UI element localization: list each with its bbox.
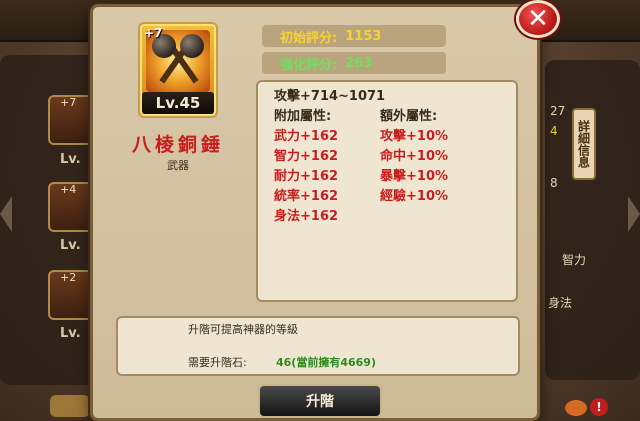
background-stat-value: 4 bbox=[550, 124, 558, 138]
next-arrow-icon bbox=[628, 196, 640, 232]
item-icon-frame: +7 Lv.45 bbox=[138, 22, 218, 118]
extra-attribute: 智力+162 bbox=[274, 149, 339, 164]
background-slot-plus: +2 bbox=[60, 271, 77, 284]
background-stat-value: 27 bbox=[550, 104, 566, 118]
bonus-attributes-heading: 額外屬性: bbox=[380, 109, 438, 124]
item-plus-level: +7 bbox=[144, 26, 163, 40]
attributes-panel: 攻擊+714~1071 附加屬性: 額外屬性: 武力+162 智力+162 耐力… bbox=[256, 80, 518, 302]
background-slot-level: Lv. bbox=[60, 238, 81, 253]
previous-arrow-icon bbox=[0, 196, 12, 232]
bonus-attribute: 暴擊+10% bbox=[380, 169, 449, 184]
background-stat-label: 智力 bbox=[562, 253, 587, 267]
requirement-label: 需要升階石: bbox=[188, 356, 247, 369]
enhance-score-label: 強化評分: bbox=[280, 57, 338, 73]
item-type: 武器 bbox=[167, 159, 189, 172]
requirement-value: 46(當前擁有4669) bbox=[276, 356, 376, 369]
upgrade-description: 升階可提高神器的等級 bbox=[188, 323, 298, 336]
bonus-attribute: 經驗+10% bbox=[380, 189, 449, 204]
extra-attribute: 身法+162 bbox=[274, 209, 339, 224]
bonus-attribute: 攻擊+10% bbox=[380, 129, 449, 144]
background-slot-plus: +4 bbox=[60, 183, 77, 196]
background-stat-label: 身法 bbox=[548, 296, 573, 310]
base-score-value: 1153 bbox=[345, 28, 382, 44]
background-slot-plus: +7 bbox=[60, 96, 77, 109]
background-bottom-icon bbox=[50, 395, 90, 417]
upgrade-button[interactable]: 升階 bbox=[258, 384, 382, 418]
background-slot-level: Lv. bbox=[60, 326, 81, 341]
notification-badge: ! bbox=[590, 398, 608, 416]
enhance-score-value: 263 bbox=[345, 55, 373, 71]
mace-head bbox=[180, 34, 204, 58]
background-gem-icon bbox=[565, 400, 587, 416]
detail-info-button: 詳細信息 bbox=[572, 108, 596, 180]
background-stat-value: 8 bbox=[550, 176, 558, 190]
extra-attributes-heading: 附加屬性: bbox=[274, 109, 332, 124]
upgrade-info-panel: 升階可提高神器的等級 需要升階石: 46(當前擁有4669) bbox=[116, 316, 520, 376]
background-slot-level: Lv. bbox=[60, 152, 81, 167]
extra-attribute: 武力+162 bbox=[274, 129, 339, 144]
bonus-attribute: 命中+10% bbox=[380, 149, 449, 164]
extra-attribute: 統率+162 bbox=[274, 189, 339, 204]
close-button[interactable]: ✕ bbox=[516, 0, 560, 38]
item-name: 八棱銅錘 bbox=[131, 134, 224, 156]
base-score-bar: 初始評分: 1153 bbox=[262, 25, 446, 47]
base-score-label: 初始評分: bbox=[280, 30, 338, 46]
attack-range: 攻擊+714~1071 bbox=[274, 89, 386, 104]
enhance-score-bar: 強化評分: 263 bbox=[262, 52, 446, 74]
item-level: Lv.45 bbox=[142, 92, 214, 114]
extra-attribute: 耐力+162 bbox=[274, 169, 339, 184]
